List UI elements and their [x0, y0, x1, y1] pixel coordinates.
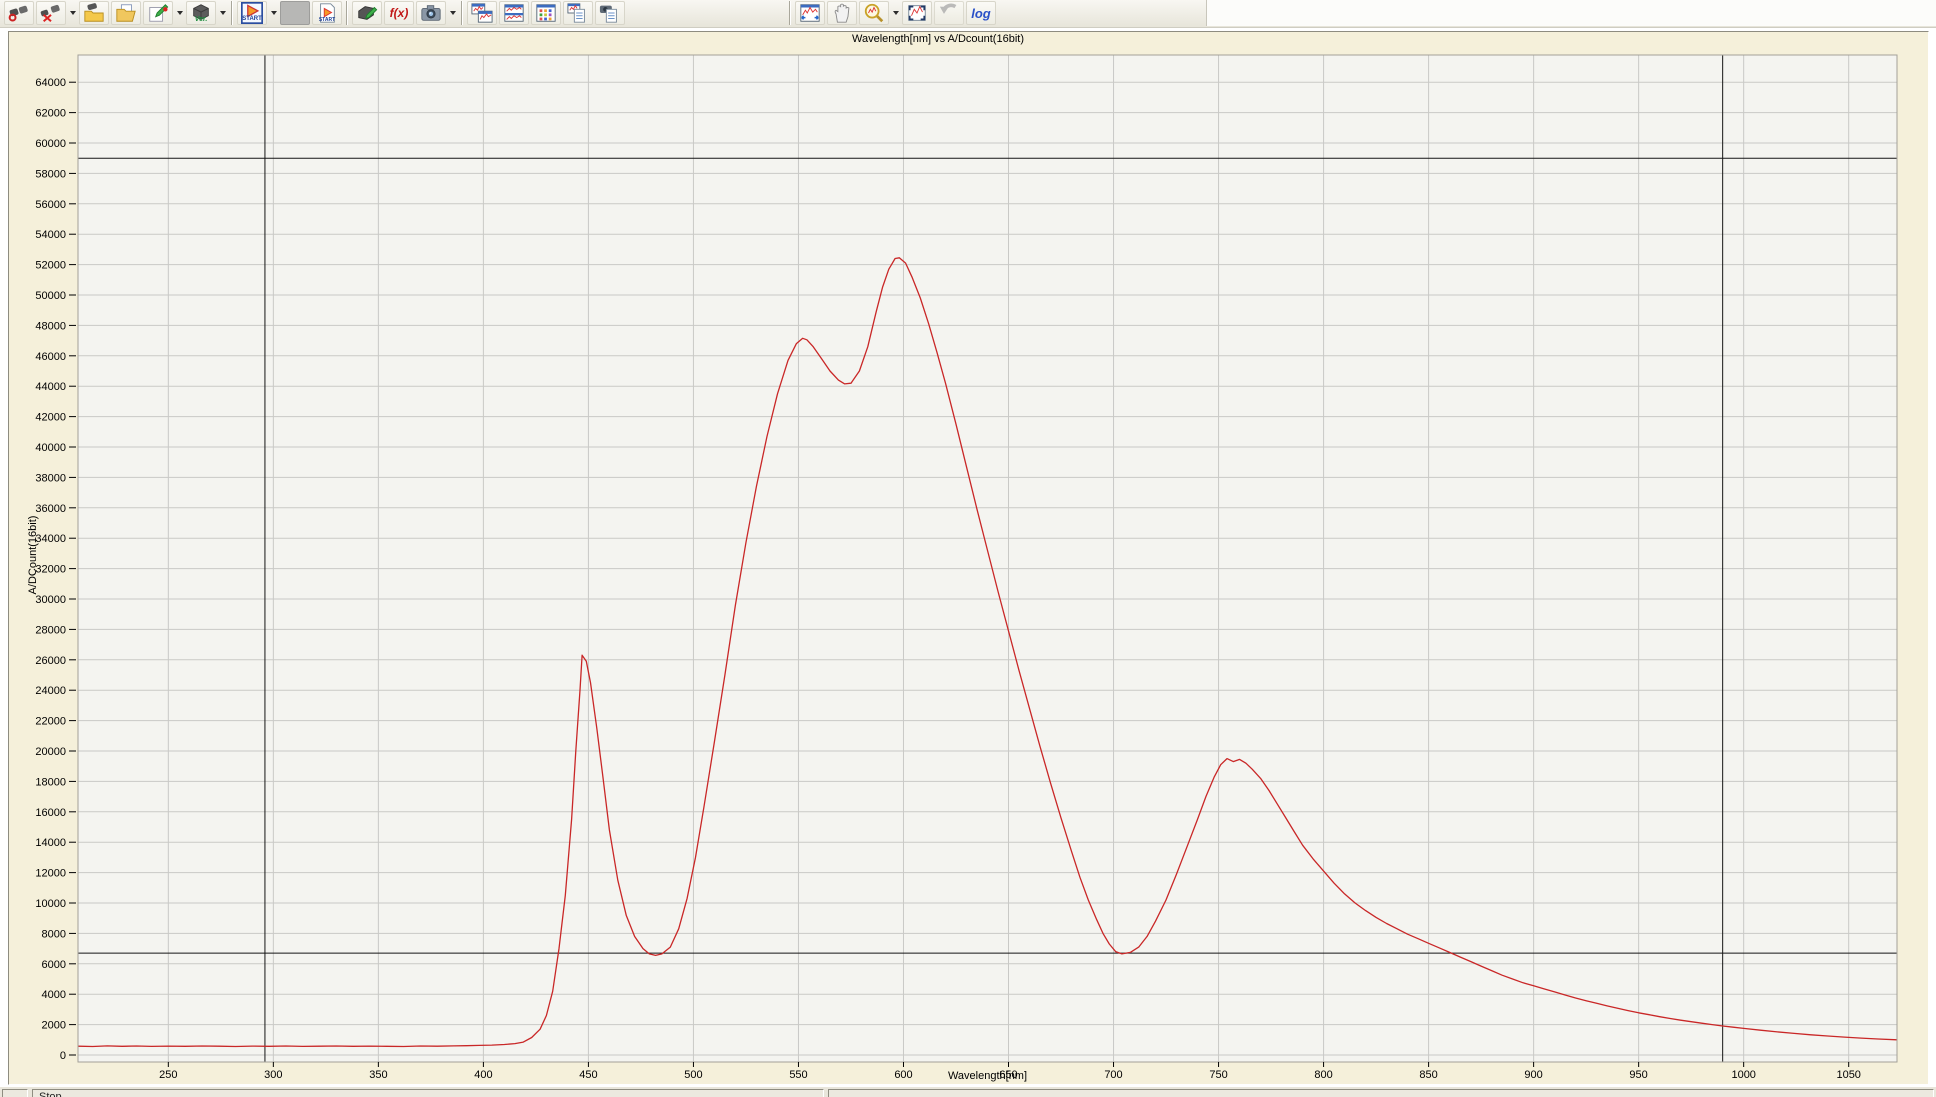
y-tick-label: 18000 — [35, 776, 66, 788]
y-tick-label: 26000 — [35, 655, 66, 667]
y-tick-label: 52000 — [35, 260, 66, 272]
y-tick-label: 64000 — [35, 77, 66, 89]
y-tick-label: 54000 — [35, 229, 66, 241]
y-tick-label: 46000 — [35, 351, 66, 363]
y-tick-label: 56000 — [35, 199, 66, 211]
y-tick-label: 12000 — [35, 868, 66, 880]
y-tick-label: 20000 — [35, 746, 66, 758]
y-tick-label: 22000 — [35, 716, 66, 728]
y-tick-label: 40000 — [35, 442, 66, 454]
y-tick-label: 24000 — [35, 685, 66, 697]
status-panel-right — [828, 1089, 1934, 1097]
status-panel-left — [2, 1089, 28, 1097]
y-tick-label: 48000 — [35, 320, 66, 332]
y-tick-label: 8000 — [42, 928, 66, 940]
y-tick-label: 38000 — [35, 472, 66, 484]
chart-title: Wavelength[nm] vs A/Dcount(16bit) — [8, 33, 1868, 45]
y-tick-label: 30000 — [35, 594, 66, 606]
y-tick-label: 60000 — [35, 138, 66, 150]
plot-area[interactable] — [78, 55, 1897, 1062]
y-tick-label: 4000 — [42, 989, 66, 1001]
y-tick-label: 6000 — [42, 959, 66, 971]
y-tick-label: 58000 — [35, 168, 66, 180]
y-tick-label: 14000 — [35, 837, 66, 849]
y-tick-label: 28000 — [35, 624, 66, 636]
x-axis-title: Wavelength[nm] — [78, 1070, 1897, 1082]
y-tick-label: 0 — [60, 1050, 66, 1062]
status-message: Stop — [39, 1091, 62, 1097]
y-tick-label: 16000 — [35, 807, 66, 819]
application-window: Ver.STARTSTARTf(x)log 020004000600080001… — [0, 0, 1936, 1097]
y-tick-label: 42000 — [35, 412, 66, 424]
status-bar: Stop — [0, 1087, 1936, 1097]
y-tick-label: 10000 — [35, 898, 66, 910]
y-tick-label: 32000 — [35, 564, 66, 576]
spectrum-plot[interactable]: 0 2000 4000 6000 8000 10000 12000 14000 16000 180… — [0, 0, 1936, 1097]
status-message-panel: Stop — [32, 1089, 824, 1097]
y-tick-label: 50000 — [35, 290, 66, 302]
y-tick-label: 62000 — [35, 108, 66, 120]
y-tick-label: 2000 — [42, 1020, 66, 1032]
y-tick-label: 36000 — [35, 503, 66, 515]
y-axis-title: A/DCount(16bit) — [27, 516, 39, 595]
y-tick-label: 34000 — [35, 533, 66, 545]
y-tick-label: 44000 — [35, 381, 66, 393]
